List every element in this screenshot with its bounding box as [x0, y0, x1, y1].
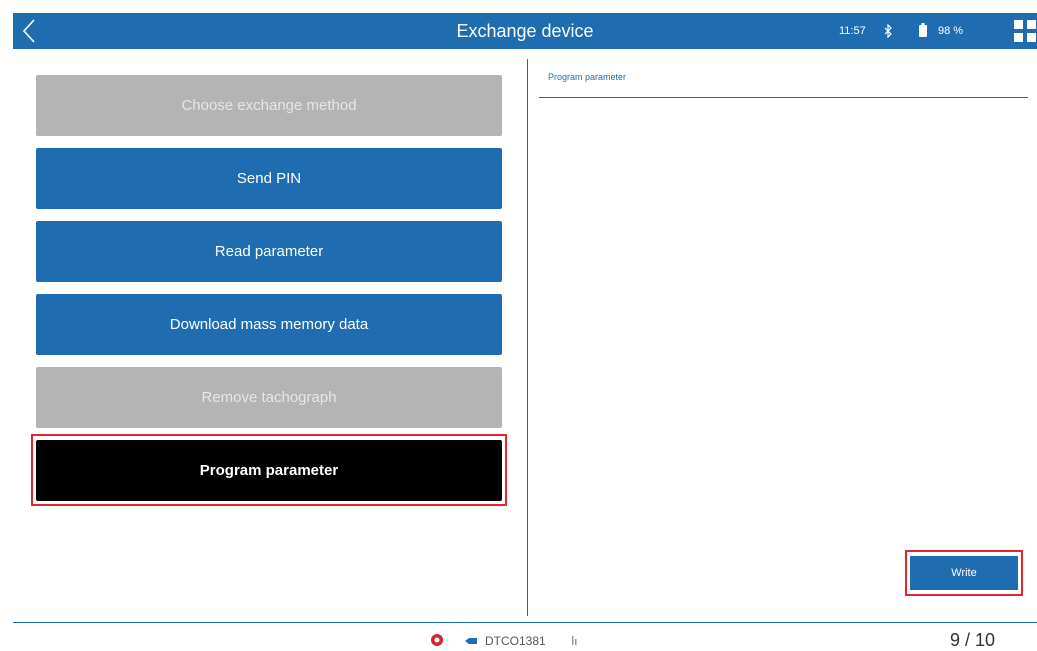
header-bar: Exchange device 11:57 98 %	[13, 13, 1037, 49]
read-parameter-button[interactable]: Read parameter	[36, 221, 502, 282]
bluetooth-icon	[884, 24, 892, 38]
choose-exchange-method-button[interactable]: Choose exchange method	[36, 75, 502, 136]
cable-icon	[459, 638, 477, 644]
write-button[interactable]: Write	[910, 556, 1018, 590]
page-indicator: 9 / 10	[950, 630, 996, 650]
send-pin-button[interactable]: Send PIN	[36, 148, 502, 209]
program-parameter-button[interactable]: Program parameter	[36, 440, 502, 501]
battery-icon	[919, 23, 927, 37]
clock: 11:57	[839, 25, 866, 37]
tachograph-icon	[431, 634, 443, 646]
panel-title: Program parameter	[548, 72, 627, 82]
remove-tachograph-button[interactable]: Remove tachograph	[36, 367, 502, 428]
panel-title-rule	[539, 97, 1028, 98]
footer-divider	[13, 622, 1037, 623]
signal-icon	[572, 636, 577, 645]
download-mass-memory-data-button[interactable]: Download mass memory data	[36, 294, 502, 355]
vertical-divider	[527, 59, 528, 616]
device-name: DTCO1381	[485, 634, 546, 648]
battery-percentage: 98 %	[938, 25, 964, 37]
grid-icon[interactable]	[1013, 19, 1037, 43]
